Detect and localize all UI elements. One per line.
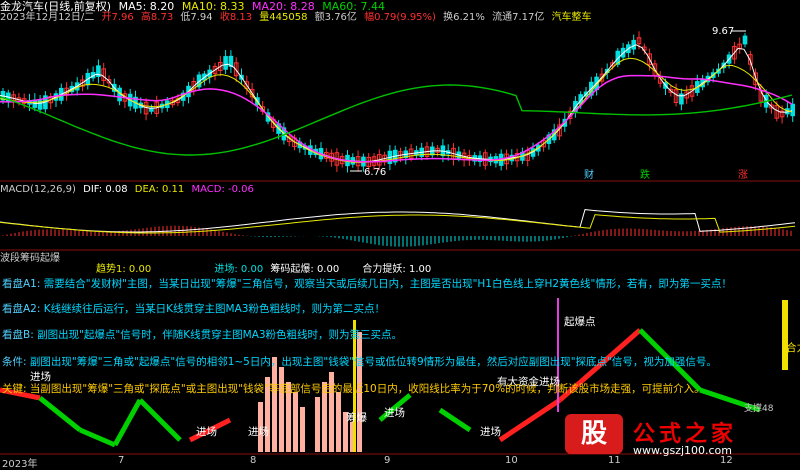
chip-value: 筹码起爆: 0.00 <box>270 264 340 275</box>
dea-label: DEA: 0.11 <box>134 184 185 195</box>
macd-histogram <box>2 225 792 247</box>
note-a2: 看盘A2: K线继续往后运行，当某日K线贯穿主图MA3粉色粗线时，则为第二买点！ <box>2 301 385 316</box>
note-text: 副图出现"筹爆"三角或"起爆点"信号的相邻1~5日内，出现主图"钱袋"信号或低位… <box>29 356 717 368</box>
note-key: 条件: <box>2 356 27 368</box>
enter-tag-5: 进场 <box>480 426 501 438</box>
axis-m7: 7 <box>118 455 125 466</box>
macd-title: MACD(12,26,9) <box>0 184 76 195</box>
enter-tag-3: 进场 <box>248 426 269 438</box>
die-marker: 跌 <box>640 168 650 181</box>
brand-url: www.gszj100.com <box>633 444 733 457</box>
axis-m11: 11 <box>608 455 621 466</box>
moving-averages <box>0 44 793 163</box>
note-b: 看盘B: 副图出现"起爆点"信号时，伴随K线贯穿主图MA3粉色粗线时，则为第三买… <box>2 327 402 342</box>
chip-bar <box>315 397 320 452</box>
chart-canvas: 9.67 6.76 财 跌 涨 <box>0 26 800 455</box>
enter-tag-4: 进场 <box>384 407 405 419</box>
macd-value: MACD: -0.06 <box>191 184 254 195</box>
brand-logo: 股 公式之家 www.gszj100.com <box>565 414 800 457</box>
chip-bar <box>272 357 277 452</box>
candle-body <box>223 56 228 70</box>
enter-tag-1: 进场 <box>30 371 51 383</box>
note-key: 看盘B: <box>2 329 34 341</box>
note-key: 看盘A2: <box>2 303 41 315</box>
chip-bar <box>336 392 341 452</box>
dif-label: DIF: 0.08 <box>83 184 128 195</box>
candlestick-series <box>0 31 796 173</box>
trend-segment <box>438 407 472 433</box>
candle-body <box>790 103 796 117</box>
axis-m8: 8 <box>250 455 257 466</box>
chip-bar <box>279 367 284 452</box>
support-tag: 支撑48 <box>744 404 774 414</box>
ma10-line <box>0 57 793 163</box>
note-key-point: 关键: 当副图出现"筹爆"三角或"探底点"或主图出现"钱袋"等底部信号后的最近1… <box>2 381 705 396</box>
dea-line <box>0 214 796 234</box>
trend-segment <box>38 396 82 432</box>
axis-m10: 10 <box>505 455 518 466</box>
ma5-line <box>0 44 793 163</box>
note-a1: 看盘A1: 需要结合"发财树"主图，当某日出现"筹爆"三角信号，观察当天或后续几… <box>2 276 732 291</box>
cai-marker: 财 <box>584 168 594 181</box>
qi-bao-tag: 起爆点 <box>564 316 596 328</box>
chou-bao-tag: 筹爆 <box>346 412 367 424</box>
trend-segment <box>498 397 562 443</box>
note-key: 关键: <box>2 383 27 395</box>
note-key: 看盘A1: <box>2 278 41 290</box>
axis-m9: 9 <box>384 455 391 466</box>
axis-year: 2023年 <box>2 459 38 470</box>
high-price-label: 9.67 <box>712 26 734 37</box>
macd-lines <box>0 209 796 234</box>
enter-tag-2: 进场 <box>196 426 217 438</box>
trend-value: 趋势1: 0.00 <box>96 264 152 275</box>
note-text: K线继续往后运行，当某日K线贯穿主图MA3粉色粗线时，则为第二买点！ <box>43 303 385 315</box>
enter-value: 进场: 0.00 <box>214 264 264 275</box>
macd-header: MACD(12,26,9) DIF: 0.08 DEA: 0.11 MACD: … <box>0 183 258 197</box>
trend-segment <box>79 427 116 448</box>
candle-body <box>742 35 748 45</box>
chip-bar <box>293 392 298 452</box>
brand-badge: 股 <box>565 414 623 454</box>
indicator-header: 波段筹码起爆 <box>0 252 64 266</box>
dif-line <box>0 209 796 233</box>
trend-segment <box>138 398 182 442</box>
chip-bar <box>300 407 305 452</box>
note-text: 当副图出现"筹爆"三角或"探底点"或主图出现"钱袋"等底部信号后的最近10日内，… <box>29 383 705 395</box>
he-li-tag: 合力 <box>786 342 800 354</box>
big-money-tag: 有大资金进场 <box>497 376 560 388</box>
zhang-marker: 涨 <box>738 169 748 181</box>
note-text: 副图出现"起爆点"信号时，伴随K线贯穿主图MA3粉色粗线时，则为第三买点。 <box>37 329 403 341</box>
trend-segment <box>112 398 143 447</box>
indicator-title: 波段筹码起爆 <box>0 253 60 264</box>
note-condition: 条件: 副图出现"筹爆"三角或"起爆点"信号的相邻1~5日内，出现主图"钱袋"信… <box>2 354 717 369</box>
force-value: 合力提妖: 1.00 <box>362 264 432 275</box>
indicator-values: 趋势1: 0.00 进场: 0.00 筹码起爆: 0.00 合力提妖: 1.00 <box>96 263 435 277</box>
note-text: 需要结合"发财树"主图，当某日出现"筹爆"三角信号，观察当天或后续几日内，主图是… <box>43 278 732 290</box>
low-price-label: 6.76 <box>364 167 386 178</box>
